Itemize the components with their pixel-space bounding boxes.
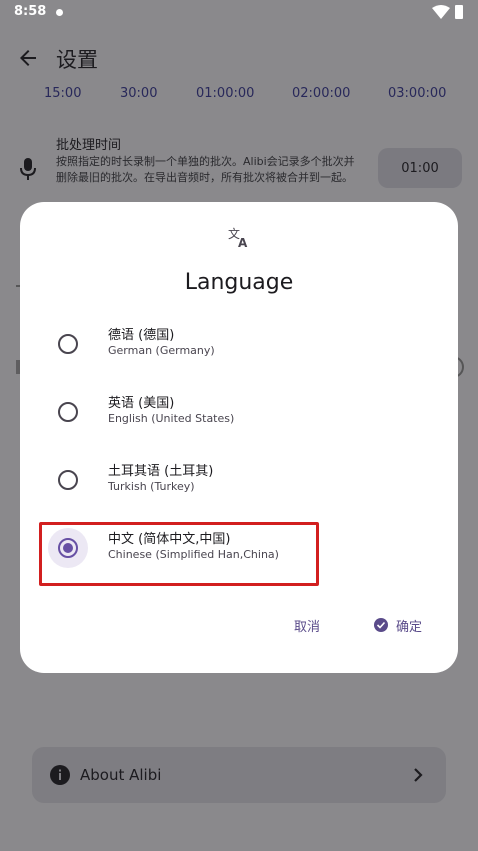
- batch-value-button[interactable]: 01:00: [378, 148, 462, 188]
- language-dialog: 文 A Language 德语 (德国) German (Germany) 英语…: [20, 202, 458, 673]
- selection-highlight: [39, 522, 319, 586]
- option-sublabel: English (United States): [108, 412, 235, 425]
- app-bar: 设置: [0, 36, 478, 80]
- language-option-german[interactable]: 德语 (德国) German (Germany): [20, 312, 458, 372]
- status-time: 8:58: [14, 4, 47, 19]
- svg-text:A: A: [238, 236, 248, 248]
- option-sublabel: German (Germany): [108, 344, 215, 357]
- translate-icon: 文 A: [228, 226, 248, 248]
- back-arrow-icon[interactable]: [16, 46, 40, 70]
- page-title: 设置: [56, 48, 98, 72]
- about-label: About Alibi: [80, 766, 162, 784]
- batch-description: 按照指定的时长录制一个单独的批次。Alibi会记录多个批次并删除最旧的批次。在导…: [56, 155, 355, 184]
- language-option-english[interactable]: 英语 (美国) English (United States): [20, 380, 458, 440]
- wifi-icon: [432, 5, 450, 19]
- confirm-button[interactable]: 确定: [366, 610, 430, 640]
- language-option-turkish[interactable]: 土耳其语 (土耳其) Turkish (Turkey): [20, 448, 458, 508]
- duration-option[interactable]: 30:00: [120, 86, 157, 101]
- chevron-right-icon: [414, 768, 423, 782]
- duration-option[interactable]: 01:00:00: [196, 86, 254, 101]
- cancel-button[interactable]: 取消: [286, 610, 328, 640]
- option-label: 土耳其语 (土耳其): [108, 464, 214, 479]
- status-bar: 8:58: [0, 0, 478, 26]
- option-sublabel: Turkish (Turkey): [108, 480, 195, 493]
- duration-options: 15:00 30:00 01:00:00 02:00:00 03:00:00: [0, 86, 478, 104]
- batch-title: 批处理时间: [56, 138, 122, 153]
- battery-icon: [455, 5, 463, 19]
- info-icon: [50, 765, 70, 785]
- check-circle-icon: [374, 618, 388, 632]
- about-alibi-item[interactable]: About Alibi: [32, 747, 446, 803]
- batch-duration-setting: 批处理时间 按照指定的时长录制一个单独的批次。Alibi会记录多个批次并删除最旧…: [0, 130, 478, 200]
- duration-option[interactable]: 15:00: [44, 86, 81, 101]
- option-label: 德语 (德国): [108, 328, 175, 343]
- radio-button[interactable]: [58, 402, 78, 422]
- dialog-title: Language: [184, 270, 294, 295]
- option-label: 英语 (美国): [108, 396, 175, 411]
- mic-icon: [20, 158, 36, 180]
- confirm-label: 确定: [396, 619, 423, 635]
- duration-option[interactable]: 02:00:00: [292, 86, 350, 101]
- radio-button[interactable]: [58, 470, 78, 490]
- radio-button[interactable]: [58, 334, 78, 354]
- duration-option[interactable]: 03:00:00: [388, 86, 446, 101]
- notification-dot-icon: [56, 9, 63, 16]
